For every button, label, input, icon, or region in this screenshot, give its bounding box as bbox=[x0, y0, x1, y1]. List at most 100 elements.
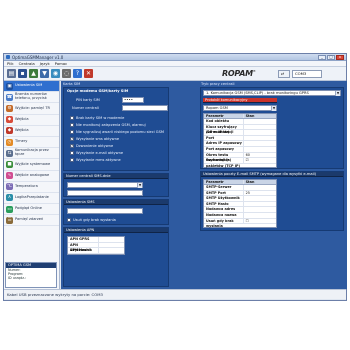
apn-panel: Ustawienia APN APN GPRS APN Użytkownik A… bbox=[63, 227, 169, 287]
status-bar: Kabel USB przeznaczone wykryty na porcie… bbox=[4, 289, 346, 299]
sms-center-panel: Numer centrali SMS.dnie ▼ bbox=[63, 173, 169, 197]
thermometer-icon: ℃ bbox=[6, 183, 13, 191]
download-icon[interactable]: ▼ bbox=[40, 69, 49, 78]
menu-panel[interactable]: Centrala bbox=[19, 61, 35, 66]
wireless-icon[interactable]: ◌ bbox=[62, 69, 71, 78]
monitor-icon: ▭ bbox=[6, 205, 13, 213]
sim-section-title: Karta SIM bbox=[63, 82, 81, 86]
sms-settings-input[interactable] bbox=[67, 208, 143, 214]
checkbox-box bbox=[70, 130, 74, 134]
check-icon: ✓ bbox=[70, 137, 74, 141]
help-icon[interactable]: ? bbox=[73, 69, 82, 78]
title-bar[interactable]: OptimaGSMManager v1.0 _ □ x bbox=[4, 54, 346, 61]
input-icon: ◆ bbox=[6, 116, 13, 124]
sidebar-item-temperature[interactable]: ℃ Temperatura bbox=[4, 182, 59, 193]
sim-card-icon: ▣ bbox=[6, 82, 13, 90]
sidebar-item-system-output[interactable]: ■ Wyjście systemowe bbox=[4, 159, 59, 171]
port-icon[interactable]: ⇄ bbox=[278, 70, 290, 78]
sms-center-header: Numer centrali SMS.dnie bbox=[64, 174, 168, 179]
center-number-input[interactable] bbox=[122, 105, 168, 111]
clock-icon: ◷ bbox=[6, 138, 13, 146]
close-button[interactable]: x bbox=[336, 54, 344, 60]
sms-settings-panel: Ustawienia SMS Usuń gdy brak wysłania bbox=[63, 199, 169, 225]
sidebar-item-online[interactable]: ▭ Podgląd Online bbox=[4, 204, 59, 216]
menu-help[interactable]: Pomoc bbox=[55, 61, 68, 66]
analog-icon: ∿ bbox=[6, 172, 13, 180]
window-title: OptimaGSMManager v1.0 bbox=[12, 54, 64, 60]
sidebar-item-sim[interactable]: ▣ Ustawienia SIM bbox=[4, 81, 59, 93]
protocol-grid: Parametr Stan Kod obiektu Klucz szyfrując… bbox=[203, 113, 277, 168]
email-grid: Parametr Stan SMTP-Serwer SMTP Port 25 SMT… bbox=[203, 179, 277, 228]
mms-active-checkbox[interactable]: Wysyłanie mms aktywne bbox=[70, 158, 121, 162]
sms-delete-checkbox[interactable]: Usuń gdy brak wysłania bbox=[67, 218, 116, 222]
maximize-button[interactable]: □ bbox=[327, 54, 335, 60]
printer-icon[interactable]: ▤ bbox=[7, 69, 16, 78]
sidebar: ▣ Ustawienia SIM ☎ Bramka numerów telefo… bbox=[4, 81, 60, 289]
protocol-select[interactable]: Ropam GSM ▼ bbox=[203, 105, 277, 111]
mode-panel: 1. Komunikacja GSM (SMS,CLIP) - brak mon… bbox=[200, 87, 344, 169]
sim-options-title: Opcje modemu GSM/karty SIM bbox=[67, 89, 129, 93]
chevron-down-icon: ▼ bbox=[137, 183, 142, 188]
sms-active-checkbox[interactable]: ✓ Wysyłanie sms aktywne bbox=[70, 137, 119, 141]
no-sim-checkbox[interactable]: Brak karty SIM w modemie bbox=[70, 116, 124, 120]
logic-icon: ∧ bbox=[6, 194, 13, 202]
sidebar-item-timers[interactable]: ◷ Timery bbox=[4, 137, 59, 149]
log-icon: ☰ bbox=[6, 216, 13, 224]
low-signal-checkbox[interactable]: Nie sygnalizuj awarii niskiego poziomu s… bbox=[70, 130, 164, 134]
menu-file[interactable]: Plik bbox=[7, 61, 14, 66]
sms-center-input[interactable] bbox=[67, 190, 143, 196]
checkbox-box bbox=[70, 151, 74, 155]
main-panel: Karta SIM Opcje modemu GSM/karty SIM PIN… bbox=[61, 81, 347, 289]
upload-icon[interactable]: ▲ bbox=[29, 69, 38, 78]
input-alt-icon: ◆ bbox=[6, 127, 13, 135]
minimize-button[interactable]: _ bbox=[318, 54, 326, 60]
call-active-checkbox[interactable]: ✓ Dzwonienie aktywne bbox=[70, 144, 113, 148]
checkbox-box bbox=[67, 218, 71, 222]
link-icon: ⇆ bbox=[6, 149, 13, 157]
protocol-header: Protokół komunikacyjny bbox=[203, 98, 277, 103]
table-row[interactable]: APN Hasło bbox=[68, 248, 124, 254]
email-panel: Ustawienia poczty E-mail SMTP (wymagane … bbox=[200, 171, 344, 231]
email-active-checkbox[interactable]: Wysyłanie e-mail aktywne bbox=[70, 151, 123, 155]
sidebar-item-communication[interactable]: ⇆ Komunikacja przez łącze bbox=[4, 148, 59, 160]
sim-options-panel: Opcje modemu GSM/karty SIM PIN karty SIM… bbox=[63, 87, 169, 171]
table-row[interactable]: Usuń gdy brak wysłania ☐ bbox=[204, 218, 276, 228]
sidebar-item-outputs[interactable]: ⚙ Wyjście: pamięć TR bbox=[4, 103, 59, 115]
toolbar: ▤ ▪ ▲ ▼ ◉ ◌ ? ✕ ROPAM® ⇄ COM3 bbox=[4, 67, 346, 81]
app-window: OptimaGSMManager v1.0 _ □ x Plik Central… bbox=[3, 53, 347, 301]
sidebar-item-logic[interactable]: ∧ LogikaPrzeplatanie bbox=[4, 193, 59, 205]
apn-header: Ustawienia APN bbox=[64, 228, 168, 233]
sidebar-item-phone-numbers[interactable]: ☎ Bramka numerów telefonu, przycisk bbox=[4, 92, 59, 104]
checkbox-box bbox=[70, 158, 74, 162]
sidebar-item-inputs[interactable]: ◆ Wejścia bbox=[4, 115, 59, 126]
chevron-down-icon: ▼ bbox=[335, 91, 340, 96]
sms-settings-header: Ustawienia SMS bbox=[64, 200, 168, 205]
chevron-down-icon: ▼ bbox=[271, 106, 276, 111]
checkbox-box bbox=[70, 116, 74, 120]
globe-icon[interactable]: ◉ bbox=[51, 69, 60, 78]
sidebar-item-event-log[interactable]: ☰ Pamięć zdarzeń bbox=[4, 215, 59, 227]
center-number-label: Numer centrali bbox=[72, 106, 99, 110]
app-icon bbox=[6, 55, 10, 59]
email-header: Ustawienia poczty E-mail SMTP (wymagane … bbox=[201, 172, 343, 177]
output-icon: ⚙ bbox=[6, 104, 13, 112]
pin-input[interactable]: •••• bbox=[122, 97, 144, 103]
pin-label: PIN karty SIM bbox=[76, 98, 100, 102]
system-icon: ■ bbox=[6, 160, 13, 168]
gsm-alarm-checkbox[interactable]: Nie monitoruj załączenia GSM, alarmuj bbox=[70, 123, 146, 127]
mode-section-title: Tryb pracy centrali bbox=[201, 82, 235, 86]
port-select[interactable]: COM3 bbox=[292, 70, 322, 78]
exit-icon[interactable]: ✕ bbox=[84, 69, 93, 78]
sidebar-item-inputs-2[interactable]: ◆ Wejścia bbox=[4, 126, 59, 137]
check-icon: ✓ bbox=[70, 144, 74, 148]
phone-icon: ☎ bbox=[6, 93, 13, 101]
device-info-box: OPTIMA GSM Numer: Program: ID urządz.: bbox=[5, 262, 57, 288]
menu-language[interactable]: Język bbox=[40, 61, 50, 66]
apn-grid: APN GPRS APN Użytkownik APN Hasło bbox=[67, 236, 125, 255]
sidebar-item-analog-input[interactable]: ∿ Wejście analogowe bbox=[4, 171, 59, 182]
mode-select[interactable]: 1. Komunikacja GSM (SMS,CLIP) - brak mon… bbox=[203, 90, 341, 96]
device-info-id: ID urządz.: bbox=[8, 276, 27, 280]
sms-center-select[interactable]: ▼ bbox=[67, 182, 143, 188]
table-row[interactable]: Szyfrowanie pakietów (TCP IP) ☑ bbox=[204, 158, 276, 168]
save-icon[interactable]: ▪ bbox=[18, 69, 27, 78]
